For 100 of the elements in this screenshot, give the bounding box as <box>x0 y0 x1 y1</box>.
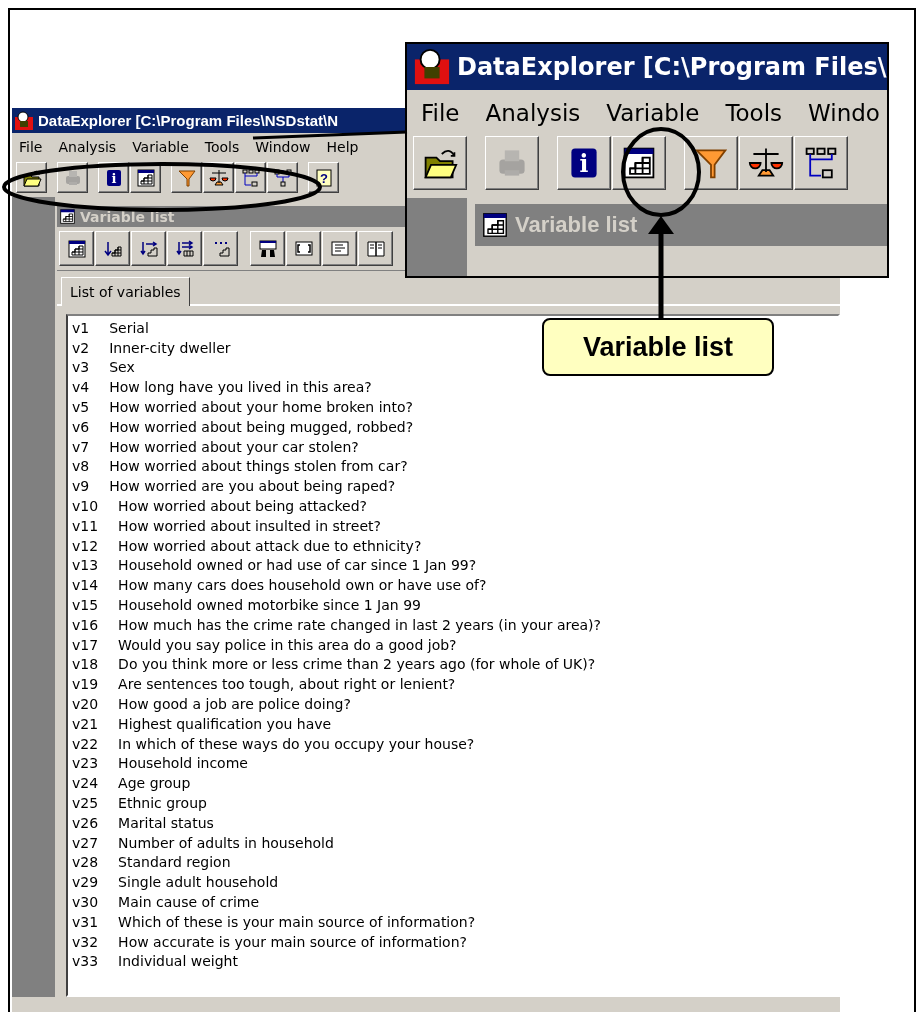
menu-item[interactable]: Variable <box>132 139 189 155</box>
varlist-icon <box>621 145 657 181</box>
dots-button[interactable] <box>203 231 238 266</box>
menu-item[interactable]: File <box>19 139 43 155</box>
app-icon <box>14 110 34 131</box>
variable-label: Would you say police in this area do a good job? <box>118 636 457 653</box>
variable-id: v29 <box>72 874 99 891</box>
child-window-title: Variable list <box>515 212 638 238</box>
variable-id: v15 <box>72 597 99 614</box>
variable-label: Household income <box>118 755 248 772</box>
variable-label: Which of these is your main source of information? <box>118 913 476 930</box>
variable-label: Household owned motorbike since 1 Jan 99 <box>118 597 421 614</box>
tree2-icon <box>272 167 293 188</box>
variable-id: v13 <box>72 557 99 574</box>
variable-id: v19 <box>72 676 99 693</box>
book-icon <box>365 238 386 259</box>
variable-id: v9 <box>72 478 90 495</box>
binoculars-icon <box>257 238 278 259</box>
move-button[interactable] <box>131 231 166 266</box>
variable-id: v4 <box>72 379 90 396</box>
menu-item[interactable]: Help <box>326 139 359 155</box>
variable-id: v10 <box>72 498 99 515</box>
window-title: DataExplorer [C:\Program Files\NSDstat\N <box>38 112 339 129</box>
funnel-button[interactable] <box>684 136 738 190</box>
variable-label: Sex <box>109 359 135 376</box>
variable-label: Inner-city dweller <box>109 339 231 356</box>
info-button[interactable]: i <box>557 136 611 190</box>
variable-label: Individual weight <box>118 953 238 970</box>
variable-label: How worried about being mugged, robbed? <box>109 418 414 435</box>
sort-button[interactable] <box>95 231 130 266</box>
variable-id: v24 <box>72 775 99 792</box>
open-button[interactable] <box>413 136 467 190</box>
variable-id: v14 <box>72 577 99 594</box>
variable-label: How worried are you about being raped? <box>109 478 396 495</box>
variable-id: v12 <box>72 537 99 554</box>
move2-icon <box>174 238 195 259</box>
move2-button[interactable] <box>167 231 202 266</box>
varlist-button[interactable] <box>612 136 666 190</box>
window-title: DataExplorer [C:\Program Files\ <box>457 53 887 81</box>
variable-label: Household owned or had use of car since 1 Jan 99? <box>118 557 477 574</box>
tree-button[interactable] <box>794 136 848 190</box>
funnel-icon <box>176 167 197 188</box>
variable-label: Are sentences too tough, about right or lenient? <box>118 676 456 693</box>
variable-id: v20 <box>72 696 99 713</box>
variable-id: v3 <box>72 359 90 376</box>
scales-icon <box>208 167 229 188</box>
variable-label: How accurate is your main source of information? <box>118 933 467 950</box>
variable-id: v11 <box>72 517 99 534</box>
menu-item[interactable]: Tools <box>725 100 783 126</box>
book-button[interactable] <box>358 231 393 266</box>
variable-label: Number of adults in household <box>118 834 334 851</box>
variable-id: v17 <box>72 636 99 653</box>
variable-label: Do you think more or less crime than 2 years ago (for whole of UK)? <box>118 656 596 673</box>
variable-label: Highest qualification you have <box>118 715 332 732</box>
frame-icon <box>293 238 314 259</box>
variable-label: How worried about things stolen from car? <box>109 458 408 475</box>
frame-button[interactable] <box>286 231 321 266</box>
binoculars-button[interactable] <box>250 231 285 266</box>
menu-item[interactable]: File <box>421 100 460 126</box>
card-icon <box>329 238 350 259</box>
menu-item[interactable]: Window <box>255 139 311 155</box>
scales-button[interactable] <box>739 136 793 190</box>
variable-id: v32 <box>72 933 99 950</box>
variable-label: How long have you lived in this area? <box>109 379 372 396</box>
variable-label: How worried about being attacked? <box>118 498 368 515</box>
variable-label: How good a job are police doing? <box>118 696 351 713</box>
variable-label: How many cars does household own or have use of? <box>118 577 487 594</box>
variable-id: v16 <box>72 616 99 633</box>
tree-icon <box>803 145 839 181</box>
variable-id: v28 <box>72 854 99 871</box>
variable-id: v33 <box>72 953 99 970</box>
variable-id: v5 <box>72 399 90 416</box>
varlist-icon <box>481 211 509 239</box>
varlist-icon <box>135 167 156 188</box>
varlist-icon <box>66 238 87 259</box>
menu-item[interactable]: Analysis <box>58 139 117 155</box>
variable-label: In which of these ways do you occupy your house? <box>118 735 475 752</box>
menu-item[interactable]: Analysis <box>485 100 581 126</box>
variable-label: Marital status <box>118 814 214 831</box>
variable-id: v1 <box>72 319 90 336</box>
callout-label: Variable list <box>542 318 774 376</box>
tree-icon <box>240 167 261 188</box>
variable-label: How worried about your car stolen? <box>109 438 359 455</box>
variable-id: v8 <box>72 458 90 475</box>
child-window-title: Variable list <box>80 208 175 225</box>
varlist-icon <box>59 208 76 225</box>
app-icon <box>413 48 451 86</box>
variable-id: v25 <box>72 795 99 811</box>
varlist-button[interactable] <box>59 231 94 266</box>
variable-label: How worried about attack due to ethnicity? <box>118 537 422 554</box>
variable-label: How worried about your home broken into? <box>109 399 413 416</box>
menu-item[interactable]: Tools <box>204 139 240 155</box>
tab[interactable]: List of variables <box>61 277 190 306</box>
variable-label: How worried about insulted in street? <box>118 517 381 534</box>
variable-label: Standard region <box>118 854 231 871</box>
menu-item[interactable]: Variable <box>606 100 700 126</box>
variable-id: v26 <box>72 814 99 831</box>
card-button[interactable] <box>322 231 357 266</box>
menu-item[interactable]: Windo <box>808 100 880 126</box>
variable-label: Age group <box>118 775 191 792</box>
